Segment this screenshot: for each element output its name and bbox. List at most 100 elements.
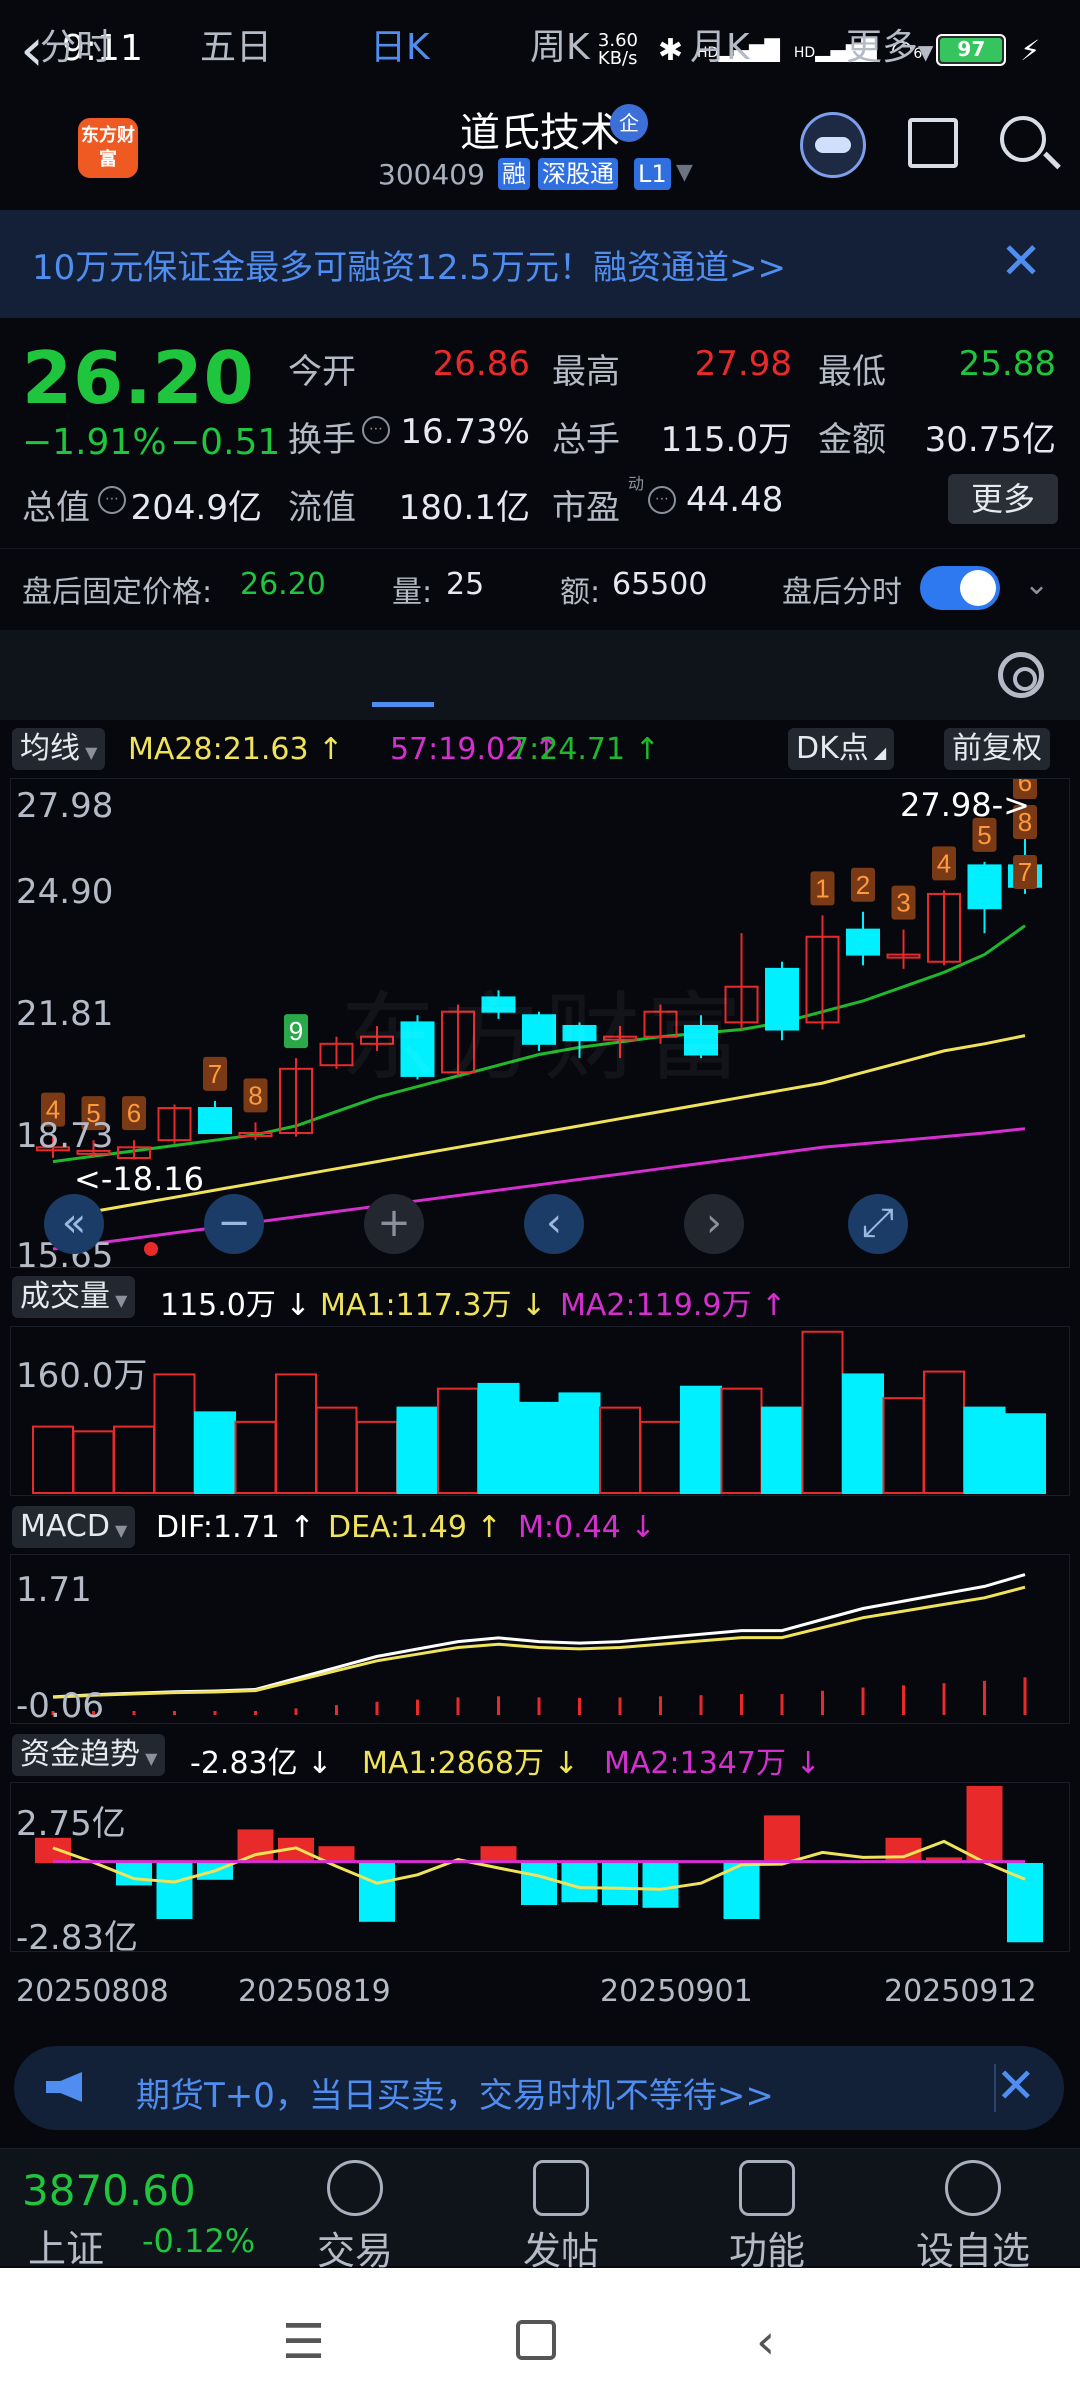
open-value: 26.86 [432, 344, 530, 384]
macd-histogram-bar [294, 1708, 298, 1715]
tab-five-day[interactable]: 五日 [200, 18, 272, 70]
after-hours-toggle[interactable] [920, 566, 1000, 610]
tag-margin: 融 [498, 158, 530, 190]
macd-dif-line [52, 1573, 1026, 1699]
fund-ma1: MA1:2868万 ↓ [362, 1746, 579, 1781]
search-icon[interactable] [1000, 116, 1046, 162]
back-nav-icon[interactable]: ‹ [756, 2314, 775, 2370]
ma-dropdown[interactable]: 均线 ▼ [12, 728, 106, 770]
volume-bar [32, 1425, 74, 1494]
macd-histogram-bar [780, 1694, 784, 1715]
share-icon[interactable] [908, 118, 958, 168]
speaker-icon [46, 2072, 82, 2102]
zoom-in-icon[interactable]: + [364, 1194, 424, 1254]
volume-chart [32, 1330, 1046, 1495]
pan-left-fast-icon[interactable]: « [44, 1194, 104, 1254]
info-icon[interactable]: ⋯ [648, 486, 676, 514]
fund-bar [237, 1829, 274, 1863]
macd-panel[interactable] [10, 1554, 1070, 1724]
volume-bar [153, 1373, 196, 1494]
tag-connect: 深股通 [538, 158, 618, 190]
nav-functions[interactable]: 功能 [702, 2150, 832, 2275]
macd-histogram-bar [740, 1694, 743, 1715]
fund-bar [764, 1815, 800, 1863]
tab-daily-k[interactable]: 日K [370, 18, 430, 70]
home-icon[interactable] [516, 2320, 556, 2360]
index-value[interactable]: 3870.60 [22, 2166, 196, 2215]
info-icon[interactable]: ⋯ [362, 416, 390, 444]
macd-histogram-bar [983, 1680, 986, 1715]
volume-panel[interactable] [10, 1326, 1070, 1496]
tab-weekly-k[interactable]: 周K [530, 18, 590, 70]
macd-histogram-bar [659, 1696, 662, 1715]
margin-banner[interactable]: 10万元保证金最多可融资12.5万元！融资通道>> ✕ [0, 210, 1080, 318]
ma-dropdown-label: 均线 [20, 731, 80, 766]
info-icon[interactable]: ⋯ [98, 486, 126, 514]
nav-post[interactable]: 发帖 [496, 2150, 626, 2275]
fund-dropdown[interactable]: 资金趋势 ▼ [12, 1734, 166, 1776]
volume-bar [963, 1406, 1006, 1494]
fund-bar [521, 1863, 557, 1905]
ad-close-icon[interactable]: ✕ [996, 2058, 1036, 2114]
volume-bar [801, 1330, 844, 1494]
assistant-robot-icon[interactable] [800, 112, 866, 178]
volume-bar [599, 1406, 641, 1494]
fund-bar [885, 1837, 922, 1863]
volume-bar [882, 1397, 925, 1494]
fund-caret-icon: ▼ [140, 1749, 158, 1768]
turnover-label: 换手 [288, 420, 356, 460]
sequence-marker-label: 2 [856, 870, 870, 900]
index-name[interactable]: 上证 [28, 2218, 104, 2273]
enterprise-badge: 企 [610, 104, 648, 142]
volume-current: 115.0万 ↓ [160, 1288, 311, 1323]
chevron-down-icon[interactable]: ⌄ [1024, 567, 1049, 602]
nav-watchlist[interactable]: 设自选 [908, 2150, 1038, 2275]
pe-dynamic-label: 动 [628, 474, 645, 493]
pan-right-icon[interactable]: › [684, 1194, 744, 1254]
tab-more[interactable]: 更多▼ [846, 18, 933, 70]
menu-icon[interactable]: ☰ [282, 2314, 325, 2370]
fund-current: -2.83亿 ↓ [190, 1746, 333, 1781]
banner-close-icon[interactable]: ✕ [1000, 232, 1042, 290]
macd-y-top: 1.71 [16, 1570, 92, 1610]
volume-bar [113, 1425, 155, 1494]
ad-text[interactable]: 期货T+0，当日买卖，交易时机不等待>> [136, 2068, 774, 2117]
amount-value: 30.75亿 [924, 420, 1056, 460]
tag-level[interactable]: L1 [634, 158, 671, 190]
macd-dif: DIF:1.71 ↑ [156, 1510, 315, 1545]
gear-icon[interactable] [998, 652, 1044, 698]
trade-icon [327, 2160, 383, 2216]
zoom-out-icon[interactable]: − [204, 1194, 264, 1254]
more-quote-button[interactable]: 更多 [948, 474, 1058, 524]
macd-m: M:0.44 ↓ [518, 1510, 656, 1545]
volume-bar [1004, 1413, 1046, 1494]
candle-body [846, 928, 880, 956]
futures-ad-bar[interactable]: 期货T+0，当日买卖，交易时机不等待>> ✕ [14, 2046, 1064, 2130]
pan-left-icon[interactable]: ‹ [524, 1194, 584, 1254]
dk-label: DK点 [796, 731, 869, 766]
nav-trade[interactable]: 交易 [290, 2150, 420, 2275]
macd-histogram-bar [578, 1697, 581, 1715]
index-change: -0.12% [142, 2222, 256, 2260]
adjust-mode-button[interactable]: 前复权 [944, 728, 1050, 770]
app-logo[interactable]: 东方财富 [78, 118, 138, 178]
volume-bar [923, 1370, 965, 1494]
fund-panel[interactable] [10, 1782, 1070, 1952]
volume-dropdown[interactable]: 成交量 ▼ [12, 1276, 136, 1318]
tab-monthly-k[interactable]: 月K [690, 18, 750, 70]
tab-intraday[interactable]: 分时 [40, 18, 112, 70]
fullscreen-icon[interactable]: ⤢ [848, 1194, 908, 1254]
after-qty-value: 25 [446, 567, 485, 602]
dk-points-toggle[interactable]: DK点 ◢ [788, 728, 895, 770]
bluetooth-icon: ✱ [657, 32, 684, 68]
volume-bar [275, 1373, 317, 1494]
macd-dropdown[interactable]: MACD ▼ [12, 1506, 136, 1548]
y-tick: 18.73 [16, 1116, 114, 1156]
macd-dropdown-label: MACD [20, 1509, 110, 1544]
banner-text[interactable]: 10万元保证金最多可融资12.5万元！融资通道>> [32, 240, 786, 289]
grid-icon [739, 2160, 795, 2216]
volume-bar [437, 1387, 479, 1494]
net-speed: 3.60 KB/s [597, 30, 638, 69]
sequence-marker-label: 7 [208, 1059, 222, 1089]
tag-dropdown-icon[interactable]: ▼ [676, 160, 693, 185]
